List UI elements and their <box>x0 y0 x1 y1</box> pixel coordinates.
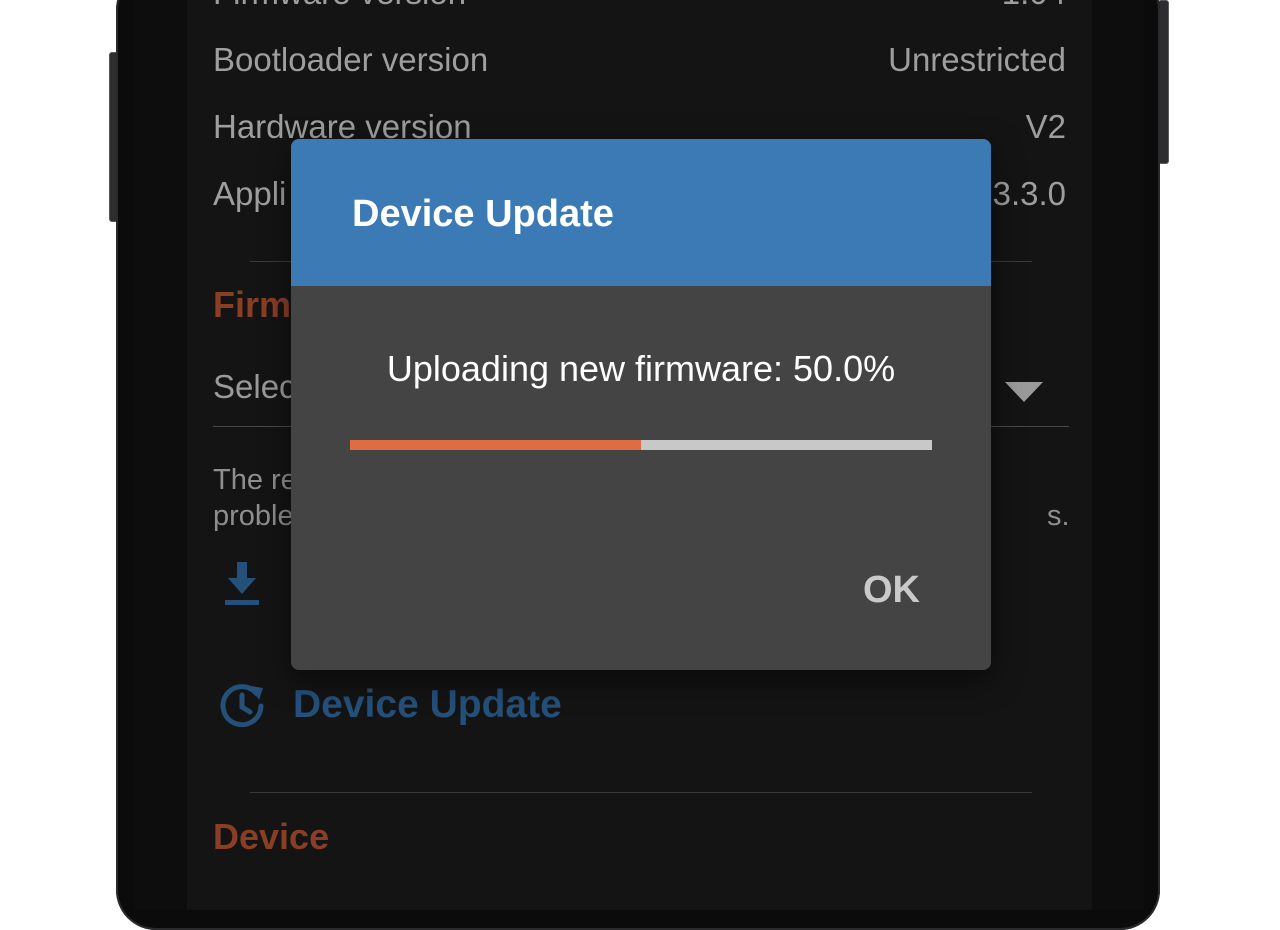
dialog-message: Uploading new firmware: 50.0% <box>386 348 896 389</box>
device-update-dialog: Device Update Uploading new firmware: 50… <box>291 139 991 670</box>
upload-progress-fill <box>350 440 641 450</box>
dialog-title: Device Update <box>352 193 614 235</box>
ok-button[interactable]: OK <box>863 569 920 612</box>
upload-progress-bar <box>350 440 932 450</box>
dialog-header: Device Update <box>291 139 991 286</box>
